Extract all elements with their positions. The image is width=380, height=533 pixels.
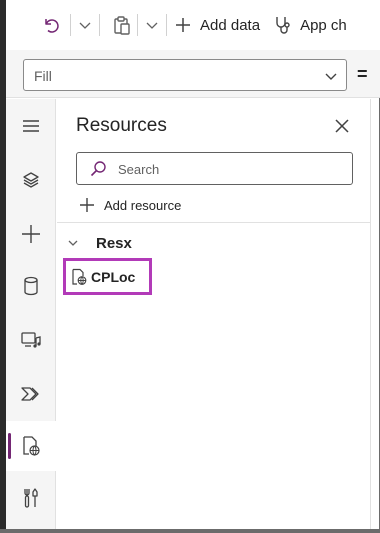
resources-pane: Resources Search Add resource Resx CPLoc [57,99,370,529]
add-resource-label: Add resource [104,197,182,213]
rail-data-button[interactable] [6,261,56,311]
rail-advanced-tools-button[interactable] [6,473,56,523]
stethoscope-icon [276,17,290,34]
database-icon [24,276,38,296]
chevron-down-icon [146,22,158,29]
paste-dropdown-button[interactable] [145,8,159,42]
resx-group-header[interactable]: Resx [67,231,132,255]
search-placeholder: Search [118,162,160,177]
property-dropdown[interactable]: Fill [23,59,347,91]
pane-title: Resources [76,115,167,136]
active-indicator [8,433,11,459]
rail-resources-button[interactable] [6,421,56,471]
layers-icon [23,172,39,188]
toolbar-separator [70,14,71,36]
group-label: Resx [96,234,132,252]
pane-border [370,99,371,529]
resource-item-cploc[interactable]: CPLoc [63,258,152,295]
toolbar-separator [166,14,167,36]
undo-dropdown-button[interactable] [78,8,92,42]
toolbar-separator [99,14,100,36]
rail-insert-button[interactable] [6,209,56,259]
rail-media-button[interactable] [6,315,56,365]
close-icon[interactable] [332,116,352,136]
add-data-label: Add data [200,16,261,34]
rail-power-automate-button[interactable] [6,369,56,419]
globe-document-icon [72,268,87,285]
media-icon [21,332,41,348]
formula-bar: Fill = [6,50,380,98]
chevron-down-icon [79,22,91,29]
search-input[interactable]: Search [76,152,353,185]
globe-document-icon [23,436,40,456]
app-checker-button[interactable]: App ch [274,8,347,42]
command-bar: Add data App ch [6,0,380,50]
app-checker-label: App ch [300,16,347,34]
left-rail [6,99,56,529]
rail-tree-view-button[interactable] [6,155,56,205]
chevron-down-icon [68,240,78,246]
property-value: Fill [34,68,52,84]
plus-icon [22,225,40,243]
add-data-button[interactable]: Add data [174,8,260,42]
plus-icon [80,198,94,212]
formula-equals-sign: = [357,64,368,84]
rail-hamburger-button[interactable] [6,101,56,151]
toolbar-separator [137,14,138,36]
divider [57,222,370,223]
undo-button[interactable] [42,8,60,42]
add-resource-button[interactable]: Add resource [79,193,181,217]
paste-icon [114,16,130,35]
window-bottom-edge [0,529,380,533]
resource-item-label: CPLoc [91,268,136,285]
hamburger-icon [23,120,39,132]
tools-icon [24,488,38,508]
undo-icon [45,19,59,33]
search-icon [90,161,106,177]
paste-button[interactable] [113,8,131,42]
plus-icon [176,18,190,32]
flow-icon [21,387,39,401]
chevron-down-icon [325,73,337,80]
